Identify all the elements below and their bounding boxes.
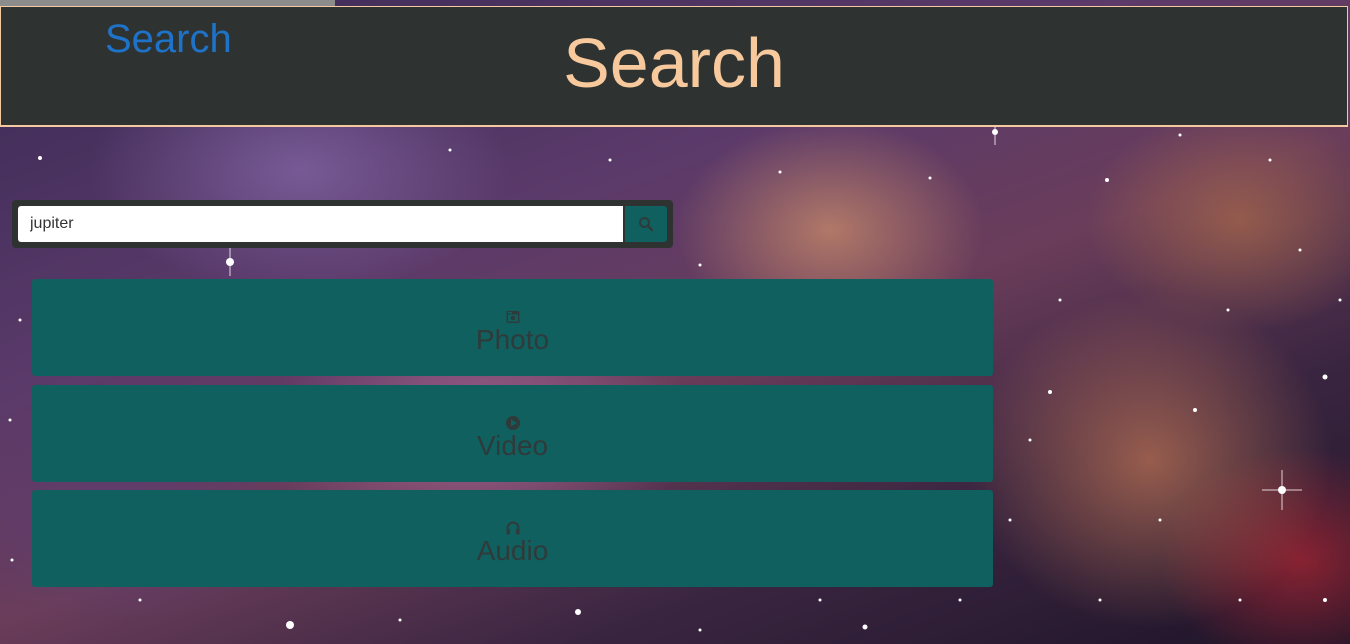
audio-button[interactable]: Audio bbox=[32, 490, 993, 587]
search-icon bbox=[639, 217, 654, 232]
search-input[interactable] bbox=[18, 206, 623, 242]
search-button[interactable] bbox=[625, 206, 667, 242]
photo-button[interactable]: Photo bbox=[32, 279, 993, 376]
video-button[interactable]: Video bbox=[32, 385, 993, 482]
play-circle-icon bbox=[505, 415, 520, 430]
audio-button-label: Audio bbox=[476, 534, 549, 566]
photo-icon bbox=[506, 310, 519, 323]
video-button-label: Video bbox=[476, 429, 549, 461]
site-header: Search Search bbox=[0, 6, 1348, 127]
photo-button-label: Photo bbox=[475, 323, 550, 355]
page-title: Search bbox=[563, 24, 785, 102]
headphones-icon bbox=[506, 521, 519, 534]
search-bar bbox=[12, 200, 673, 248]
